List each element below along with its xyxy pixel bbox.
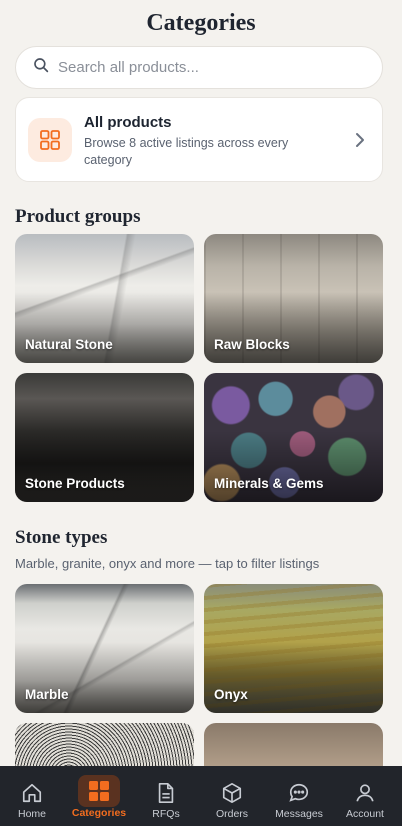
nav-label: Categories	[71, 807, 127, 819]
stone-types-subtitle: Marble, granite, onyx and more — tap to …	[15, 556, 320, 571]
chat-icon	[278, 778, 320, 808]
stone-tile-marble[interactable]: Marble	[15, 584, 194, 713]
user-icon	[344, 778, 386, 808]
chevron-right-icon	[354, 132, 366, 148]
home-icon	[11, 778, 53, 808]
category-tile-natural-stone[interactable]: Natural Stone	[15, 234, 194, 363]
all-products-title: All products	[84, 114, 172, 131]
stone-types-title: Stone types	[15, 527, 108, 548]
grid-icon	[78, 775, 120, 807]
tile-label: Stone Products	[25, 476, 125, 491]
category-tile-minerals-gems[interactable]: Minerals & Gems	[204, 373, 383, 502]
search-input[interactable]	[58, 59, 358, 76]
tile-label: Onyx	[214, 687, 248, 702]
category-tile-raw-blocks[interactable]: Raw Blocks	[204, 234, 383, 363]
category-tile-stone-products[interactable]: Stone Products	[15, 373, 194, 502]
nav-orders[interactable]: Orders	[210, 766, 254, 826]
document-icon	[145, 778, 187, 808]
nav-home[interactable]: Home	[10, 766, 54, 826]
nav-account[interactable]: Account	[340, 766, 390, 826]
nav-rfqs[interactable]: RFQs	[144, 766, 188, 826]
nav-label: Home	[17, 808, 46, 820]
nav-categories[interactable]: Categories	[70, 766, 128, 826]
tile-label: Raw Blocks	[214, 337, 290, 352]
page-title: Categories	[146, 10, 256, 36]
nav-label: Account	[346, 808, 384, 820]
product-groups-title: Product groups	[15, 206, 141, 227]
stone-tile-onyx[interactable]: Onyx	[204, 584, 383, 713]
nav-label: Messages	[275, 808, 323, 820]
nav-label: Orders	[215, 808, 249, 820]
tile-label: Marble	[25, 687, 69, 702]
nav-label: RFQs	[152, 808, 180, 820]
tile-label: Minerals & Gems	[214, 476, 324, 491]
grid-icon	[28, 118, 72, 162]
nav-messages[interactable]: Messages	[272, 766, 326, 826]
tile-label: Natural Stone	[25, 337, 113, 352]
search-icon	[32, 56, 50, 79]
all-products-card[interactable]: All products Browse 8 active listings ac…	[15, 97, 383, 182]
search-bar[interactable]	[15, 46, 383, 89]
box-icon	[211, 778, 253, 808]
bottom-nav: Home Categories RFQs Orders Messages Acc…	[0, 766, 402, 826]
all-products-subtitle: Browse 8 active listings across every ca…	[84, 136, 289, 167]
